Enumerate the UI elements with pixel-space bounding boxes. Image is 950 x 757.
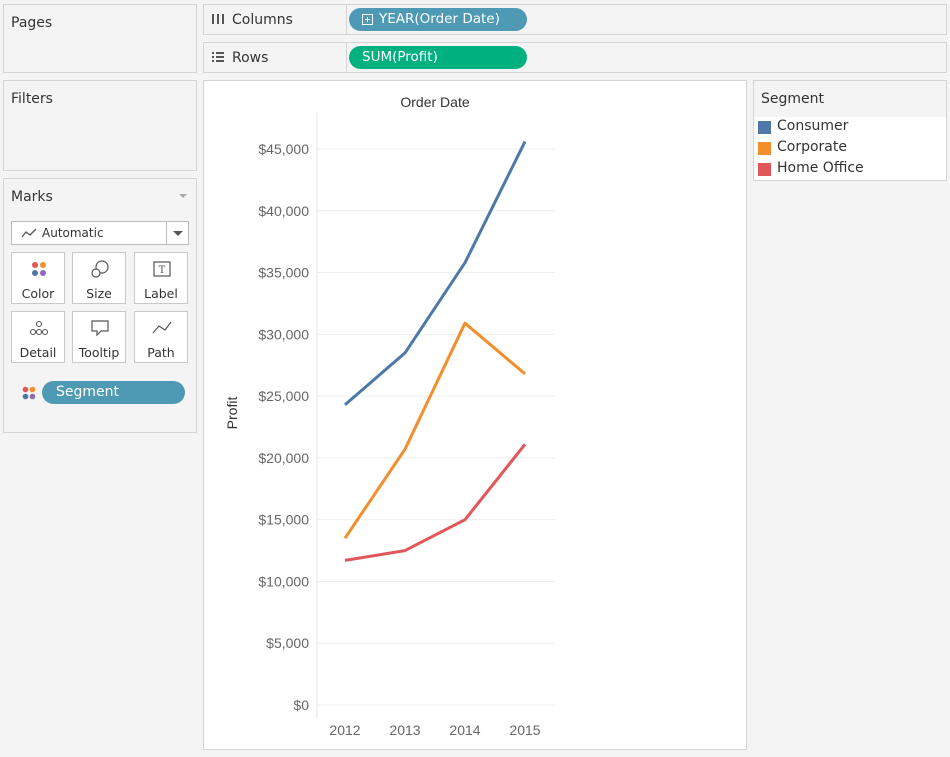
- label-label: Label: [144, 286, 178, 301]
- svg-text:T: T: [159, 265, 166, 276]
- expand-plus-icon[interactable]: [362, 14, 373, 25]
- pages-card[interactable]: Pages: [3, 4, 197, 73]
- label-icon: T: [153, 261, 171, 277]
- pages-title: Pages: [11, 15, 53, 31]
- columns-shelf-label-box: Columns: [204, 5, 347, 34]
- line-chart: Order Date Profit $0 $5,000 $10,000 $15,000…: [224, 94, 555, 738]
- series-line-home-office[interactable]: [344, 443, 527, 562]
- y-tick-label: $15,000: [258, 512, 309, 528]
- mark-type-dropdown[interactable]: Automatic: [11, 221, 189, 245]
- filters-title: Filters: [11, 91, 53, 107]
- y-tick-label: $25,000: [258, 388, 309, 404]
- mark-type-label: Automatic: [42, 226, 104, 240]
- gridlines: [317, 148, 555, 706]
- marks-title: Marks: [11, 189, 53, 205]
- series-line-consumer[interactable]: [344, 140, 527, 406]
- tooltip-button[interactable]: Tooltip: [72, 311, 126, 363]
- y-tick-label: $0: [293, 697, 309, 713]
- x-tick-labels: 2012 2013 2014 2015: [329, 722, 540, 738]
- columns-shelf[interactable]: Columns YEAR(Order Date): [203, 4, 947, 35]
- y-tick-label: $10,000: [258, 573, 309, 589]
- tooltip-icon: [91, 320, 109, 337]
- detail-label: Detail: [19, 345, 57, 360]
- series-line-corporate[interactable]: [343, 321, 526, 540]
- legend-label-corporate: Corporate: [777, 139, 847, 155]
- path-icon: [152, 321, 172, 334]
- y-tick-label: $40,000: [258, 203, 309, 219]
- x-tick-label: 2014: [449, 722, 480, 738]
- y-tick-label: $20,000: [258, 450, 309, 466]
- size-label: Size: [86, 286, 112, 301]
- legend-swatch-consumer: [758, 121, 771, 134]
- rows-label: Rows: [232, 50, 269, 66]
- legend-title: Segment: [761, 91, 824, 107]
- y-tick-label: $45,000: [258, 141, 309, 157]
- path-button[interactable]: Path: [134, 311, 188, 363]
- x-tick-label: 2012: [329, 722, 360, 738]
- y-tick-labels: $0 $5,000 $10,000 $15,000 $20,000 $25,000 $30,…: [258, 141, 309, 713]
- tooltip-label: Tooltip: [78, 345, 120, 360]
- x-tick-label: 2013: [389, 722, 420, 738]
- legend-swatch-home-office: [758, 163, 771, 176]
- y-axis-label: Profit: [224, 397, 240, 430]
- chevron-down-icon[interactable]: [166, 222, 188, 244]
- detail-icon: [29, 320, 49, 336]
- columns-icon: [212, 14, 224, 24]
- chart-view[interactable]: Order Date Profit $0 $5,000 $10,000 $15,000…: [203, 80, 747, 750]
- size-icon: [91, 260, 109, 278]
- year-order-date-pill[interactable]: YEAR(Order Date): [349, 8, 527, 31]
- color-icon: [32, 262, 46, 276]
- y-tick-label: $30,000: [258, 326, 309, 342]
- x-tick-label: 2015: [509, 722, 540, 738]
- marks-menu-caret-icon[interactable]: [179, 194, 187, 198]
- sum-profit-pill[interactable]: SUM(Profit): [349, 46, 527, 69]
- color-encoding-icon: [22, 386, 36, 400]
- columns-label: Columns: [232, 12, 293, 28]
- rows-icon: [212, 52, 224, 62]
- y-tick-label: $5,000: [266, 635, 309, 651]
- chart-title: Order Date: [400, 94, 469, 110]
- label-button[interactable]: T Label: [134, 252, 188, 304]
- y-tick-label: $35,000: [258, 265, 309, 281]
- marks-card[interactable]: Marks Automatic Color Size T Label Detai…: [3, 178, 197, 433]
- columns-pill-text: YEAR(Order Date): [379, 11, 500, 27]
- color-label: Color: [21, 286, 55, 301]
- legend-swatch-corporate: [758, 142, 771, 155]
- legend-label-consumer: Consumer: [777, 118, 849, 134]
- series-lines: [343, 140, 527, 562]
- detail-button[interactable]: Detail: [11, 311, 65, 363]
- segment-legend[interactable]: Segment Consumer Corporate Home Office: [753, 80, 947, 181]
- segment-color-pill[interactable]: Segment: [42, 381, 185, 404]
- rows-shelf[interactable]: Rows SUM(Profit): [203, 42, 947, 73]
- path-label: Path: [147, 345, 175, 360]
- line-mark-icon: [21, 228, 37, 238]
- size-button[interactable]: Size: [72, 252, 126, 304]
- legend-label-home-office: Home Office: [777, 160, 864, 176]
- color-button[interactable]: Color: [11, 252, 65, 304]
- rows-shelf-label-box: Rows: [204, 43, 347, 72]
- filters-card[interactable]: Filters: [3, 80, 197, 171]
- legend-body: Consumer Corporate Home Office: [754, 117, 946, 180]
